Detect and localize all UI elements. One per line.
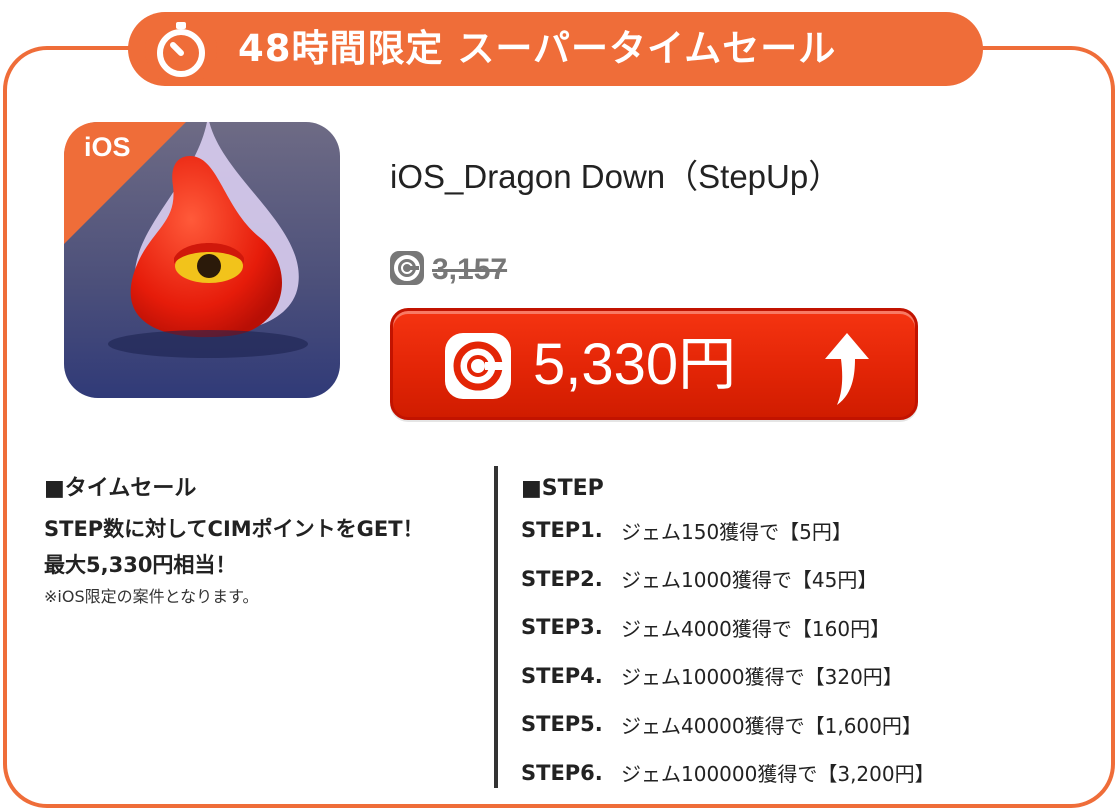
timesale-section: ■タイムセール STEP数に対してCIMポイントをGET！ 最大5,330円相当… [44,474,484,610]
step-label: STEP3. [521,615,603,640]
step-label: STEP4. [521,663,603,688]
coin-icon [445,333,511,399]
timesale-heading: ■タイムセール [44,476,197,501]
original-price-value: 3,157 [432,253,508,286]
app-icon[interactable]: iOS [58,116,346,404]
step-label: STEP6. [521,760,603,785]
banner-title: 48時間限定 スーパータイムセール [238,27,837,70]
up-arrow-icon [821,331,873,407]
step-text: ジェム150獲得で【5円】 [621,519,852,544]
app-title[interactable]: iOS_Dragon Down（StepUp） [390,150,841,198]
timesale-note: ※iOS限定の案件となります。 [44,587,259,606]
price-value: 5,330円 [533,332,737,397]
step-text: ジェム10000獲得で【320円】 [621,665,903,690]
timesale-line1: STEP数に対してCIMポイントをGET！ [44,517,424,541]
stopwatch-icon [145,14,217,86]
step-text: ジェム4000獲得で【160円】 [621,616,891,641]
price-button[interactable]: 5,330円 [390,308,918,420]
original-price: 3,157 [390,250,507,290]
step-list: STEP1. ジェム150獲得で【5円】 STEP2. ジェム1000獲得で【4… [521,506,1101,797]
step-heading: ■STEP [521,476,604,501]
step-text: ジェム100000獲得で【3,200円】 [621,762,935,787]
step-label: STEP5. [521,712,603,737]
timesale-line2: 最大5,330円相当！ [44,553,237,577]
coin-icon [390,251,424,289]
step-row: STEP1. ジェム150獲得で【5円】 [521,506,1101,555]
step-text: ジェム40000獲得で【1,600円】 [621,713,922,738]
step-label: STEP2. [521,566,603,591]
step-row: STEP6. ジェム100000獲得で【3,200円】 [521,749,1101,798]
step-row: STEP5. ジェム40000獲得で【1,600円】 [521,700,1101,749]
platform-badge: iOS [84,132,131,162]
step-label: STEP1. [521,518,603,543]
step-row: STEP4. ジェム10000獲得で【320円】 [521,652,1101,701]
step-text: ジェム1000獲得で【45円】 [621,568,878,593]
step-row: STEP2. ジェム1000獲得で【45円】 [521,555,1101,604]
step-row: STEP3. ジェム4000獲得で【160円】 [521,603,1101,652]
column-divider [494,466,498,788]
